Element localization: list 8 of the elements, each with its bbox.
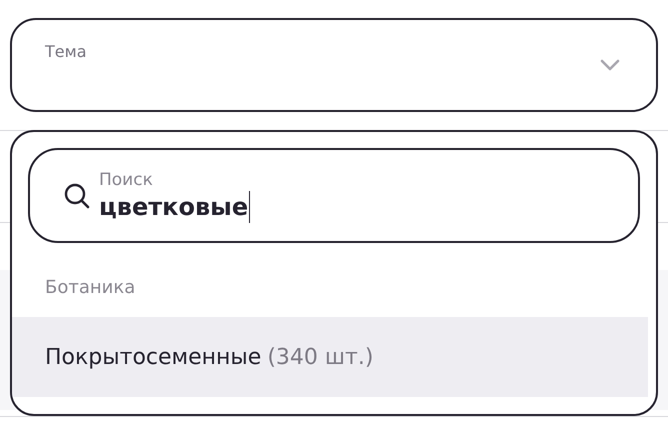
search-icon	[63, 182, 91, 210]
search-label: Поиск	[99, 168, 154, 190]
search-value: цветковые	[99, 190, 250, 222]
theme-select[interactable]: Тема	[10, 18, 658, 112]
option-item[interactable]: Покрытосеменные (340 шт.)	[12, 317, 648, 397]
chevron-icon	[600, 59, 620, 71]
group-title: Ботаника	[44, 276, 136, 300]
search-field[interactable]: Поиск цветковые	[28, 148, 640, 243]
